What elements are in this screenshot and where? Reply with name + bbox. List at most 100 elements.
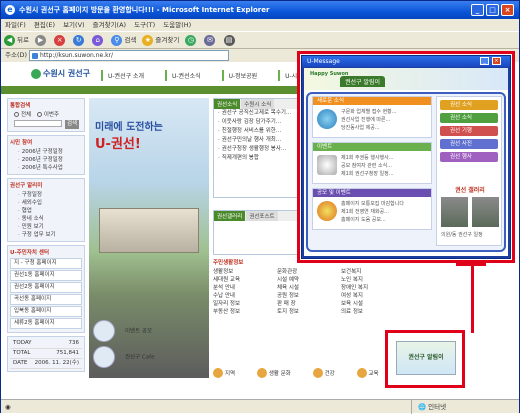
popup-close-button[interactable]: × <box>492 57 501 65</box>
tab-gallery[interactable]: 권선갤러리 <box>214 211 246 221</box>
grid-link[interactable]: 시설 예약 <box>277 276 337 284</box>
civil-item[interactable]: 세외수입 <box>10 199 82 207</box>
popup-tab[interactable]: 권선구 알림이 <box>340 76 386 87</box>
bottom-link[interactable]: 지역 <box>213 368 245 378</box>
popup-menu-item[interactable]: 권선 사진 <box>440 139 498 149</box>
minimize-button[interactable]: _ <box>471 4 484 16</box>
popup-minimize-button[interactable]: _ <box>480 57 489 65</box>
topnav-item[interactable]: U-권선소식 <box>165 70 206 81</box>
news-item[interactable]: 이웃사랑 김장 담가주기... <box>214 118 302 127</box>
popup-gallery-photos[interactable] <box>441 197 499 227</box>
grid-link[interactable]: 보육 시설 <box>341 300 401 308</box>
civil-item[interactable]: 협업 <box>10 207 82 215</box>
news-item[interactable]: 친절행정 서비스를 위한... <box>214 127 302 136</box>
forward-button[interactable]: ▶ <box>35 32 48 48</box>
grid-link[interactable]: 부동산 정보 <box>213 308 273 316</box>
popup-event-item[interactable]: 제1회 권선구청장 일정... <box>341 170 394 178</box>
grid-link[interactable]: 공원 정보 <box>277 292 337 300</box>
civil-item[interactable]: 구정 업무 보기 <box>10 231 82 239</box>
menu-edit[interactable]: 편집(E) <box>34 21 55 29</box>
radio-all[interactable] <box>14 112 19 117</box>
tab-post[interactable]: 권선포스트 <box>246 211 278 221</box>
civil-item[interactable]: 구정일정 <box>10 191 82 199</box>
popup-contest-item[interactable]: 홈페이지 모통모집 마감합니다 <box>341 200 404 208</box>
topnav-item[interactable]: U-권선구 소개 <box>101 70 149 81</box>
dept-link[interactable]: 세류2동 홈페이지 <box>10 318 82 329</box>
grid-link[interactable]: 분석 안내 <box>213 284 273 292</box>
radio-week[interactable] <box>36 112 42 117</box>
popup-contest-item[interactable]: 홈페이지 도움 공모... <box>341 216 404 224</box>
popup-menu-item[interactable]: 권선 소식 <box>440 100 498 110</box>
history-button[interactable]: ◷ <box>185 32 198 48</box>
dept-link[interactable]: 권선1동 홈페이지 <box>10 270 82 281</box>
menu-tools[interactable]: 도구(T) <box>134 21 155 29</box>
notice-item[interactable]: 2006년 구정일정 <box>10 156 82 164</box>
popup-menu-item[interactable]: 권선 기행 <box>440 126 498 136</box>
popup-menu-item[interactable]: 권선 행사 <box>440 152 498 162</box>
dept-link[interactable]: 지 - 구청 홈페이지 <box>10 258 82 269</box>
quick-event[interactable]: 이벤트 공모 <box>125 329 152 335</box>
home-button[interactable]: ⌂ <box>92 32 105 48</box>
news-item[interactable]: 직제개편의 봉합 <box>214 154 302 163</box>
print-button[interactable]: ▤ <box>223 32 237 48</box>
address-input[interactable]: http://ksun.suwon.ne.kr/ <box>29 50 229 61</box>
favorites-button[interactable]: ★ 즐겨찾기 <box>142 32 179 48</box>
popup-event-item[interactable]: 공모 참여자 관련 소식... <box>341 162 394 170</box>
close-button[interactable]: × <box>501 4 514 16</box>
grid-link[interactable]: 토지 정보 <box>277 308 337 316</box>
news-item[interactable]: 권선구청장 생활행정 봉사... <box>214 145 302 154</box>
menu-help[interactable]: 도움말(H) <box>163 21 191 29</box>
cafe-icon[interactable] <box>93 346 115 368</box>
notifier-badge[interactable]: 권선구 알림이 <box>396 341 456 375</box>
popup-event-item[interactable]: 제1회 주권등 행사행사... <box>341 154 394 162</box>
dept-link[interactable]: 권선2동 홈페이지 <box>10 282 82 293</box>
notice-item[interactable]: 2006년 특수사업 <box>10 164 82 172</box>
gallery-photo[interactable] <box>441 197 468 227</box>
grid-link[interactable]: 보건복지 <box>341 268 401 276</box>
civil-item[interactable]: 동네 소식 <box>10 215 82 223</box>
grid-link[interactable]: 문화관광 <box>277 268 337 276</box>
bottom-link[interactable]: 교육 <box>356 368 389 378</box>
popup-menu-item[interactable]: 권선 소식 <box>440 113 498 123</box>
menu-view[interactable]: 보기(V) <box>63 21 84 29</box>
quick-cafe[interactable]: 권선구 Cafe <box>125 355 154 361</box>
site-search-input[interactable] <box>14 120 62 127</box>
civil-item[interactable]: 민원 보기 <box>10 223 82 231</box>
dept-link[interactable]: 입북동 홈페이지 <box>10 306 82 317</box>
tab-city-news[interactable]: 수원시 소식 <box>241 99 275 109</box>
back-button[interactable]: ◀ 뒤로 <box>4 32 29 48</box>
topnav-item[interactable]: U-정보공원 <box>221 70 263 81</box>
event-icon[interactable] <box>93 320 115 342</box>
news-item[interactable]: 권선구민의날 행사 개최... <box>214 136 302 145</box>
popup-news-item[interactable]: 당진동사업 제공... <box>341 124 397 132</box>
refresh-button[interactable]: ↻ <box>73 32 86 48</box>
notice-item[interactable]: 2006년 구정일정 <box>10 148 82 156</box>
grid-link[interactable]: 노인 복지 <box>341 276 401 284</box>
grid-link[interactable]: 판 매 장 <box>277 300 337 308</box>
bottom-link[interactable]: 생활 문화 <box>256 368 301 378</box>
popup-news-item[interactable]: 권선사업 진행에 따른... <box>341 116 397 124</box>
grid-link[interactable]: 생활정보 <box>213 268 273 276</box>
site-search-button[interactable]: 검색 <box>65 120 80 129</box>
stop-button[interactable]: × <box>54 32 67 48</box>
search-button[interactable]: ⚲ 검색 <box>111 32 136 48</box>
popup-contest-item[interactable]: 제1회 전영연 재화공... <box>341 208 404 216</box>
grid-link[interactable]: 여성 복지 <box>341 292 401 300</box>
grid-link[interactable]: 세대원 교육 <box>213 276 273 284</box>
tab-news[interactable]: 권선소식 <box>214 99 241 109</box>
grid-link[interactable]: 의료 정보 <box>341 308 401 316</box>
grid-link[interactable]: 일자리 정보 <box>213 300 273 308</box>
mail-button[interactable]: ✉ <box>204 32 217 48</box>
bottom-link[interactable]: 건강 <box>312 368 345 378</box>
site-logo[interactable]: 수원시 권선구 <box>31 68 90 79</box>
gallery-photo[interactable] <box>472 197 499 227</box>
grid-link[interactable]: 장애인 복지 <box>341 284 401 292</box>
menu-favorites[interactable]: 즐겨찾기(A) <box>93 21 126 29</box>
popup-news-item[interactable]: 구문화 업체별 접수 현황... <box>341 108 397 116</box>
dept-link[interactable]: 곡선동 홈페이지 <box>10 294 82 305</box>
grid-link[interactable]: 체육 시설 <box>277 284 337 292</box>
maximize-button[interactable]: □ <box>486 4 499 16</box>
menu-file[interactable]: 파일(F) <box>5 21 26 29</box>
grid-link[interactable]: 수납 안내 <box>213 292 273 300</box>
news-item[interactable]: 권선구 공직신고제로 목수기... <box>214 109 302 118</box>
